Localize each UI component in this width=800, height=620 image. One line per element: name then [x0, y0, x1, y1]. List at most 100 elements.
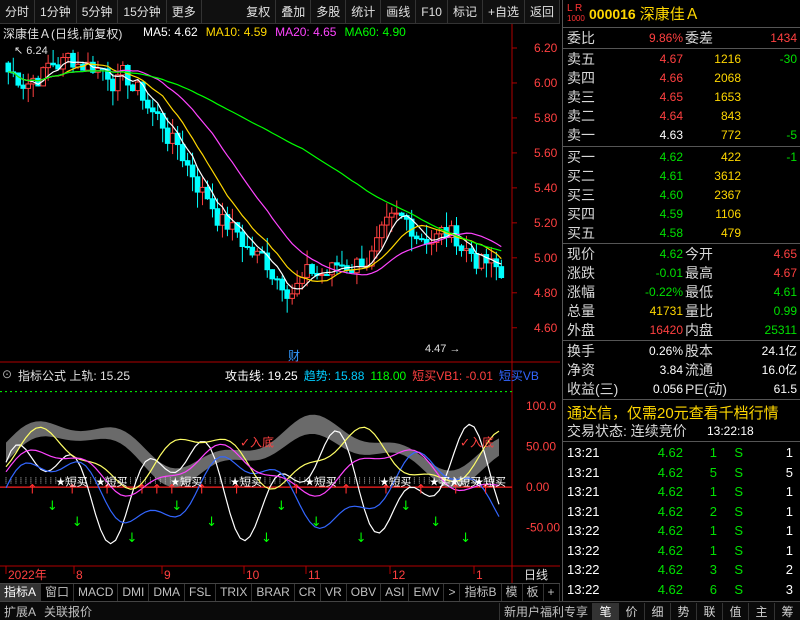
svg-text:↓: ↓	[261, 531, 272, 546]
tab-15[interactable]: 模	[502, 584, 523, 601]
date-axis-label: 8	[76, 568, 83, 582]
quote-panel: L R 1000 000016 深康佳Ａ 委比 9.86% 委差 1434 卖五 4.67…	[562, 0, 800, 601]
tab-6[interactable]: TRIX	[216, 584, 253, 601]
tick-row: 13:22 4.62 6 S 3	[563, 581, 800, 599]
svg-text:↓: ↓	[171, 499, 182, 514]
finance-event-marker[interactable]: 财	[288, 349, 300, 363]
tab-1[interactable]: 窗口	[41, 584, 75, 601]
toolbar-button-3[interactable]: 15分钟	[118, 0, 167, 24]
panel-view-button-2[interactable]: 细	[644, 602, 670, 620]
tab-8[interactable]: CR	[295, 584, 322, 601]
ask-row[interactable]: 卖四 4.66 2068	[563, 69, 800, 87]
tick-volume: 1	[709, 484, 717, 499]
period-label[interactable]: 日线	[524, 568, 548, 582]
tick-time: 13:21	[567, 484, 600, 499]
svg-text:↑: ↑	[27, 483, 38, 498]
bid-row[interactable]: 买五 4.58 479	[563, 224, 800, 242]
quote-label: 总量	[567, 303, 595, 319]
promo-banner[interactable]: 通达信，仅需20元查看千档行情	[567, 402, 779, 423]
panel-view-button-6[interactable]: 主	[748, 602, 774, 620]
bid-row[interactable]: 买三 4.60 2367	[563, 186, 800, 204]
tab-17[interactable]: +	[544, 584, 560, 601]
tick-volume: 1	[709, 523, 717, 538]
toolbar-button-8[interactable]: 统计	[346, 0, 382, 24]
fund-label: 净资	[567, 362, 595, 378]
tick-side: S	[734, 464, 743, 480]
tab-9[interactable]: VR	[321, 584, 347, 601]
tick-time: 13:22	[567, 581, 600, 597]
toolbar-button-2[interactable]: 5分钟	[77, 0, 119, 24]
toolbar-button-10[interactable]: F10	[416, 0, 448, 24]
indicator-toggle-icon[interactable]: ⊙	[2, 367, 12, 381]
tab-10[interactable]: OBV	[347, 584, 382, 601]
panel-view-button-1[interactable]: 价	[618, 602, 644, 620]
indicator-axis-label: -50.00	[526, 521, 560, 535]
toolbar-button-9[interactable]: 画线	[381, 0, 417, 24]
tab-3[interactable]: DMI	[118, 584, 150, 601]
panel-view-button-3[interactable]: 势	[670, 602, 696, 620]
separator	[563, 243, 800, 244]
panel-view-button-5[interactable]: 值	[722, 602, 748, 620]
bid-row[interactable]: 买四 4.59 1106	[563, 205, 800, 223]
related-quote-button[interactable]: 关联报价	[40, 603, 96, 620]
tick-row: 13:22 4.62 1 S 1	[563, 522, 800, 540]
indicator-value-1: 趋势: 15.88	[303, 369, 365, 383]
indicator-header: 指标公式 上轨: 15.25	[18, 369, 131, 383]
ask-volume: 843	[720, 109, 741, 123]
date-axis-label: 10	[246, 568, 260, 582]
bid-price: 4.60	[659, 188, 683, 202]
lr-badge: L R 1000	[567, 3, 589, 24]
fundamental-row: 收益(三) 0.056 PE(动) 61.5	[563, 380, 800, 398]
bid-row[interactable]: 买二 4.61 3612	[563, 167, 800, 185]
tab-5[interactable]: FSL	[185, 584, 217, 601]
panel-view-button-4[interactable]: 联	[696, 602, 722, 620]
expand-a-button[interactable]: 扩展A	[0, 603, 40, 620]
fund-value: 3.84	[659, 363, 683, 377]
toolbar-button-5[interactable]: 复权	[241, 0, 277, 24]
quote-value: 4.67	[773, 266, 797, 280]
svg-text:↓: ↓	[127, 531, 138, 546]
tab-16[interactable]: 板	[523, 584, 544, 601]
tab-2[interactable]: MACD	[74, 584, 119, 601]
promo-link[interactable]: 新用户福利专享	[498, 602, 592, 620]
ask-row[interactable]: 卖三 4.65 1653	[563, 88, 800, 106]
tick-side: S	[734, 523, 743, 538]
ask-row[interactable]: 卖二 4.64 843	[563, 107, 800, 125]
toolbar-button-11[interactable]: 标记	[448, 0, 483, 24]
ask-row[interactable]: 卖五 4.67 1216 -30	[563, 50, 800, 68]
toolbar-button-7[interactable]: 多股	[311, 0, 347, 24]
toolbar-button-1[interactable]: 1分钟	[35, 0, 77, 24]
kline-chart[interactable]: 6.20 6.00 5.80 5.60 5.40 5.20 5.00 4.80 4.60 ↖ 6.…	[0, 24, 560, 584]
tab-13[interactable]: >	[444, 584, 461, 601]
panel-view-button-0[interactable]: 笔	[592, 602, 618, 620]
panel-view-button-7[interactable]: 筹	[774, 602, 800, 620]
toolbar-button-4[interactable]: 更多	[167, 0, 202, 24]
ask-volume: 1216	[714, 52, 741, 66]
tab-0[interactable]: 指标A	[0, 584, 42, 601]
ask-price: 4.67	[659, 52, 683, 66]
tick-price: 4.62	[657, 581, 683, 597]
high-price-marker: ↖ 6.24	[14, 45, 48, 57]
low-price-marker: 4.47 →	[425, 343, 460, 355]
quote-row: 外盘 16420 内盘 25311	[563, 321, 800, 339]
tick-price: 4.62	[657, 445, 683, 460]
chart-area[interactable]: 6.20 6.00 5.80 5.60 5.40 5.20 5.00 4.80 4.60 ↖ 6.…	[0, 24, 560, 584]
fund-value: 16.0亿	[761, 363, 797, 377]
toolbar-button-0[interactable]: 分时	[0, 0, 36, 24]
ask-volume: 1653	[714, 90, 741, 104]
quote-label: 现价	[567, 246, 595, 262]
ask-row[interactable]: 卖一 4.63 772 -5	[563, 126, 800, 144]
tab-7[interactable]: BRAR	[252, 584, 295, 601]
toolbar-button-6[interactable]: 叠加	[276, 0, 312, 24]
quote-label: 涨幅	[567, 284, 595, 300]
bid-row[interactable]: 买一 4.62 422 -1	[563, 148, 800, 166]
tab-4[interactable]: DMA	[149, 584, 186, 601]
tab-14[interactable]: 指标B	[460, 584, 502, 601]
tab-11[interactable]: ASI	[381, 584, 410, 601]
toolbar-button-12[interactable]: +自选	[483, 0, 525, 24]
stock-header: L R 1000 000016 深康佳Ａ	[563, 0, 800, 28]
toolbar-button-13[interactable]: 返回	[525, 0, 560, 24]
stock-name: 深康佳Ａ	[639, 6, 700, 23]
bid-label: 买五	[567, 225, 595, 241]
tab-12[interactable]: EMV	[409, 584, 445, 601]
